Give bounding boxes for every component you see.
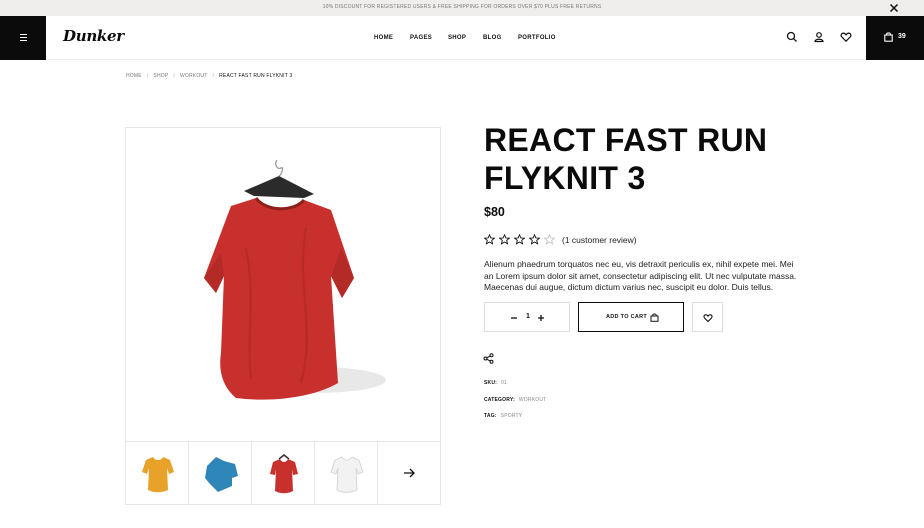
- breadcrumb: HOME / SHOP / WORKOUT / REACT FAST RUN FLYKNIT…: [126, 73, 292, 79]
- product-title: REACT FAST RUN FLYKNIT 3: [484, 121, 824, 197]
- red-tshirt-image: [204, 159, 386, 400]
- nav-pages[interactable]: PAGES: [410, 35, 432, 41]
- wishlist-button[interactable]: [692, 302, 723, 332]
- minus-icon[interactable]: [509, 313, 519, 323]
- breadcrumb-shop[interactable]: SHOP: [153, 73, 168, 79]
- nav-home[interactable]: HOME: [374, 35, 393, 41]
- meta-sku: SKU: 01: [484, 380, 507, 386]
- logo[interactable]: Dunker: [63, 27, 124, 45]
- announcement-text: 10% DISCOUNT FOR REGISTERED USERS & FREE…: [322, 4, 602, 10]
- red-tshirt-thumbnail: [270, 454, 298, 494]
- star-empty-icon: [544, 234, 555, 245]
- breadcrumb-separator: /: [212, 73, 215, 79]
- star-outline-icon: [484, 234, 495, 245]
- search-icon[interactable]: [786, 31, 798, 43]
- arrow-right-icon: [404, 468, 415, 478]
- cart-button[interactable]: 39: [866, 16, 924, 60]
- breadcrumb-current: REACT FAST RUN FLYKNIT 3: [219, 73, 293, 79]
- site-header: Dunker HOME PAGES SHOP BLOG PORTFOLIO 39: [0, 16, 924, 60]
- plus-icon[interactable]: [536, 313, 546, 323]
- heart-icon[interactable]: [840, 31, 852, 43]
- user-icon[interactable]: [813, 31, 825, 43]
- meta-tag: TAG: SPORTY: [484, 413, 522, 419]
- star-outline-icon: [514, 234, 525, 245]
- breadcrumb-workout[interactable]: WORKOUT: [180, 73, 208, 79]
- add-to-cart-button[interactable]: ADD TO CART: [578, 302, 684, 332]
- breadcrumb-separator: /: [173, 73, 175, 79]
- meta-category-value[interactable]: WORKOUT: [519, 397, 547, 403]
- nav-portfolio[interactable]: PORTFOLIO: [518, 35, 556, 41]
- add-to-cart-label: ADD TO CART: [606, 314, 648, 320]
- menu-icon: [20, 34, 27, 36]
- yellow-tshirt-thumbnail: [142, 457, 174, 493]
- cart-count: 39: [898, 33, 906, 40]
- quantity-value[interactable]: 1: [523, 313, 533, 320]
- thumbnail-blue[interactable]: [189, 442, 252, 504]
- menu-icon-line: [20, 40, 27, 42]
- meta-tag-label: TAG:: [484, 413, 497, 419]
- quantity-stepper: 1: [484, 302, 570, 332]
- meta-sku-label: SKU:: [484, 380, 498, 386]
- meta-tag-value[interactable]: SPORTY: [501, 413, 523, 419]
- product-description: Alienum phaedrum torquatos nec eu, vis d…: [484, 259, 797, 293]
- white-tshirt-thumbnail: [330, 456, 364, 493]
- breadcrumb-home[interactable]: HOME: [126, 73, 142, 79]
- star-outline-icon: [499, 234, 510, 245]
- meta-category: CATEGORY: WORKOUT: [484, 397, 546, 403]
- menu-button[interactable]: [0, 16, 46, 60]
- shopping-bag-icon: [884, 32, 893, 42]
- nav-shop[interactable]: SHOP: [448, 35, 466, 41]
- gallery-next-button[interactable]: [378, 442, 440, 504]
- thumbnail-yellow[interactable]: [126, 442, 189, 504]
- thumbnail-red[interactable]: [252, 442, 315, 504]
- review-link[interactable]: (1 customer review): [562, 235, 637, 245]
- menu-icon-line: [20, 37, 27, 39]
- nav-blog[interactable]: BLOG: [483, 35, 502, 41]
- breadcrumb-separator: /: [146, 73, 149, 79]
- meta-sku-value: 01: [501, 380, 507, 386]
- share-icon[interactable]: [483, 353, 494, 364]
- thumbnail-strip: [125, 441, 441, 505]
- meta-category-label: CATEGORY:: [484, 397, 515, 403]
- star-outline-icon: [529, 234, 540, 245]
- close-icon[interactable]: [888, 2, 900, 14]
- blue-tshirt-thumbnail: [205, 457, 238, 492]
- product-title-line1: REACT FAST RUN: [484, 122, 768, 158]
- shopping-bag-icon: [650, 313, 659, 322]
- thumbnail-white[interactable]: [315, 442, 378, 504]
- announcement-bar: 10% DISCOUNT FOR REGISTERED USERS & FREE…: [0, 0, 924, 16]
- main-product-image[interactable]: [125, 127, 441, 442]
- heart-icon: [703, 314, 713, 323]
- product-title-line2: FLYKNIT 3: [484, 160, 646, 196]
- product-price: $80: [484, 205, 505, 219]
